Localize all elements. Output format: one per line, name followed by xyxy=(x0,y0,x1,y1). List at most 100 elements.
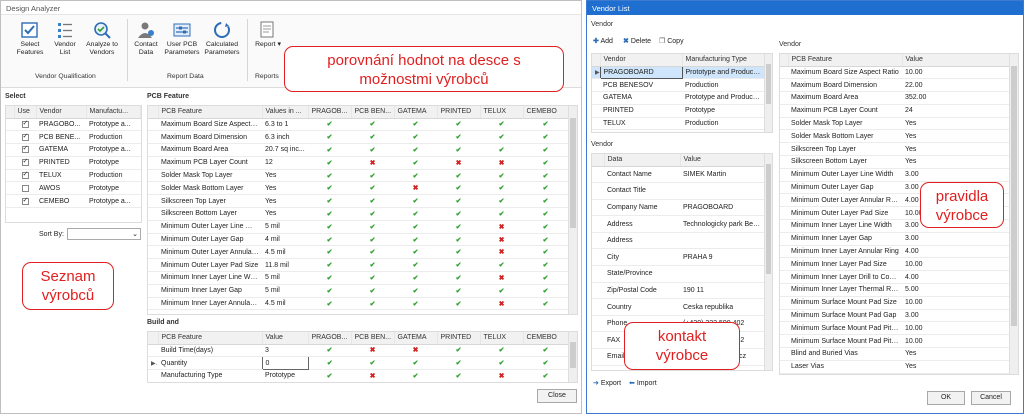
table-row[interactable]: Maximum Board Size Aspect Ratio 10.00 xyxy=(780,66,1010,80)
table-row[interactable]: Minimum Surface Mount Pad Pitc... 10.00 xyxy=(780,321,1010,336)
table-row[interactable]: Address Technologicky park Bech... xyxy=(592,215,765,233)
column-header[interactable]: TELUX xyxy=(480,106,524,119)
table-row[interactable]: Solder Mask Top Layer Yes ✔ ✔ ✔ ✔ ✔ ✔ xyxy=(148,169,568,183)
table-row[interactable]: Minimum Inner Layer Gap 5 mil ✔ ✔ ✔ ✔ ✔ ✔ xyxy=(148,284,568,298)
table-row[interactable]: Minimum Inner Layer Gap 3.00 xyxy=(780,232,1010,246)
table-row[interactable]: TELUXProduction xyxy=(6,169,141,183)
table-row[interactable]: Company Name PRAGOBOARD xyxy=(592,199,765,217)
table-row[interactable]: Minimum Inner Layer Line Width 5 mil ✔ ✔ ✔ ✔ ✖… xyxy=(148,271,568,285)
column-header[interactable]: Value xyxy=(902,54,1010,67)
table-row[interactable]: Minimum Outer Layer Gap 4 mil ✔ ✔ ✔ ✔ ✖ ✔ xyxy=(148,233,568,247)
rules-scrollbar[interactable] xyxy=(1009,54,1018,374)
table-row[interactable]: GATEMA Prototype and Production xyxy=(592,91,765,105)
column-header[interactable]: Vendor xyxy=(36,106,87,119)
table-row[interactable]: Solder Mask Bottom Layer Yes ✔ ✔ ✖ ✔ ✔ ✔ xyxy=(148,181,568,196)
pcb-feature-scrollbar[interactable] xyxy=(568,106,577,314)
table-row[interactable]: Blind and Buried Vias Yes xyxy=(780,347,1010,361)
add-button[interactable]: ✚ Add xyxy=(593,37,613,45)
column-header[interactable]: PCB Feature xyxy=(158,332,263,345)
calculated-parameters-button[interactable]: Calculated Parameters xyxy=(201,21,243,56)
use-checkbox[interactable] xyxy=(21,119,29,128)
table-row[interactable]: State/Province xyxy=(592,265,765,283)
table-row[interactable]: Country Ceska republika xyxy=(592,298,765,316)
table-row[interactable]: AWOS Prototype xyxy=(6,181,141,196)
column-header[interactable]: CEMEBO xyxy=(523,332,569,345)
column-header[interactable]: Manufactu... xyxy=(86,106,141,119)
table-row[interactable]: GATEMAPrototype a... xyxy=(6,143,141,157)
table-row[interactable]: Maximum Board Dimension 6.3 inch ✔ ✔ ✔ ✔ ✔ ✔ xyxy=(148,130,568,145)
table-row[interactable]: Maximum PCB Layer Count 12 ✔ ✖ ✔ ✖ ✖ ✔ xyxy=(148,156,568,170)
export-button[interactable]: ➜ Export xyxy=(593,379,621,387)
column-header[interactable]: Manufacturing Type xyxy=(682,54,765,67)
column-header[interactable]: CEMEBO xyxy=(523,106,569,119)
table-row[interactable]: Maximum Board Size Aspect Ratio 6.3 to 1 ✔… xyxy=(148,118,568,132)
build-scrollbar[interactable] xyxy=(568,332,577,382)
copy-button[interactable]: ❐ Copy xyxy=(659,37,684,45)
use-checkbox[interactable] xyxy=(21,184,29,192)
table-row[interactable]: PCB BENE...Production xyxy=(6,130,141,145)
table-row[interactable]: Zip/Postal Code 190 11 xyxy=(592,282,765,300)
column-header[interactable]: Vendor xyxy=(600,54,683,67)
column-header[interactable]: Value xyxy=(680,154,765,167)
table-row[interactable]: Silkscreen Top Layer Yes ✔ ✔ ✔ ✔ ✔ ✔ xyxy=(148,194,568,209)
use-checkbox[interactable] xyxy=(21,132,29,141)
table-row[interactable]: PRINTEDPrototype xyxy=(592,104,765,118)
table-row[interactable]: CEMEBOPrototype a... xyxy=(6,194,141,209)
column-header[interactable]: GATEMA xyxy=(394,332,438,345)
user-pcb-parameters-button[interactable]: User PCB Parameters xyxy=(164,21,200,56)
table-row[interactable]: Minimum Outer Layer Pad Size 11.8 mil ✔ ✔ ✔ ✔… xyxy=(148,258,568,273)
table-row[interactable]: PRAGOBO...Prototype a... xyxy=(6,118,141,132)
table-row[interactable]: Minimum Inner Layer Thermal Re... 5.00 xyxy=(780,283,1010,297)
table-row[interactable]: Maximum Board Area 20.7 sq inc... ✔ ✔ ✔ ✔ ✔ ✔ xyxy=(148,143,568,157)
column-header[interactable]: TELUX xyxy=(480,332,524,345)
table-row[interactable]: Maximum Board Area 352.00 xyxy=(780,91,1010,105)
column-header[interactable]: PCB BEN... xyxy=(351,332,395,345)
table-row[interactable]: PCB BENESOV Production xyxy=(592,78,765,93)
vendors-scrollbar[interactable] xyxy=(764,54,772,132)
table-row[interactable]: Build Time(days) 3 ✔ ✖ ✖ ✔ ✔ ✔ xyxy=(148,344,568,358)
table-row[interactable]: Contact Name SIMEK Martin xyxy=(592,166,765,184)
table-row[interactable]: Minimum Inner Layer Drill to Cop... 4.00 xyxy=(780,270,1010,285)
column-header[interactable]: PRAGOB... xyxy=(308,106,352,119)
table-row[interactable]: Contact Title xyxy=(592,182,765,200)
table-row[interactable]: Laser Vias Yes xyxy=(780,360,1010,374)
table-row[interactable]: Manufacturing Type Prototype ✔ ✖ ✔ ✔ ✖ ✔ xyxy=(148,369,568,382)
table-row[interactable]: ▶ Quantity 0 ✔ ✔ ✔ ✔ ✔ ✔ xyxy=(148,356,568,371)
column-header[interactable]: PCB Feature xyxy=(158,106,263,119)
table-row[interactable]: Minimum Surface Mount Pad Gap 3.00 xyxy=(780,309,1010,323)
ok-button[interactable]: OK xyxy=(927,391,965,405)
close-button[interactable]: Close xyxy=(537,389,577,403)
table-row[interactable]: City PRAHA 9 xyxy=(592,248,765,267)
table-row[interactable]: Minimum Outer Layer Line Width 5 mil ✔ ✔ ✔ ✔ ✖… xyxy=(148,220,568,234)
table-row[interactable]: Silkscreen Bottom Layer Yes ✔ ✔ ✔ ✔ ✔ ✔ xyxy=(148,207,568,221)
column-header[interactable]: PRAGOB... xyxy=(308,332,352,345)
column-header[interactable]: PCB Feature xyxy=(788,54,903,67)
table-row[interactable]: Solder Mask Bottom Layer Yes xyxy=(780,129,1010,144)
column-header[interactable]: PRINTED xyxy=(437,332,481,345)
table-row[interactable]: Silkscreen Top Layer Yes xyxy=(780,142,1010,157)
table-row[interactable]: Silkscreen Bottom Layer Yes xyxy=(780,155,1010,169)
column-header[interactable]: PRINTED xyxy=(437,106,481,119)
table-row[interactable]: Minimum Inner Layer Annular Ring 4.5 mil ✔… xyxy=(148,297,568,311)
cancel-button[interactable]: Cancel xyxy=(971,391,1011,405)
table-row[interactable]: ▶ PRAGOBOARD Prototype and Production xyxy=(592,65,765,80)
table-row[interactable]: Solder Mask Top Layer Yes xyxy=(780,117,1010,131)
analyze-to-vendors-button[interactable]: Analyze to Vendors xyxy=(81,21,123,56)
use-checkbox[interactable] xyxy=(21,196,29,205)
table-row[interactable]: Minimum Surface Mount Pad Size 10.00 xyxy=(780,296,1010,310)
contact-data-button[interactable]: Contact Data xyxy=(131,21,161,56)
use-checkbox[interactable] xyxy=(21,144,29,154)
use-checkbox[interactable] xyxy=(21,157,29,167)
table-row[interactable]: Minimum Outer Layer Annular Ring 4.5 mil ✔… xyxy=(148,245,568,260)
vendor-list-button[interactable]: Vendor List xyxy=(51,21,79,56)
column-header[interactable]: Data xyxy=(604,154,681,167)
table-row[interactable]: Minimum Inner Layer Annular Ring 4.00 xyxy=(780,245,1010,259)
delete-button[interactable]: ✖ Delete xyxy=(623,37,651,45)
table-row[interactable]: PRINTEDPrototype xyxy=(6,156,141,170)
import-button[interactable]: ⬅ Import xyxy=(629,379,657,387)
contact-scrollbar[interactable] xyxy=(764,154,772,370)
table-row[interactable]: Minimum Surface Mount Pad Pitc... 10.00 xyxy=(780,334,1010,349)
column-header[interactable]: Use xyxy=(14,106,37,119)
sort-by-dropdown[interactable]: ⌄ xyxy=(67,228,141,240)
table-row[interactable]: Minimum Inner Layer Pad Size 10.00 xyxy=(780,257,1010,272)
